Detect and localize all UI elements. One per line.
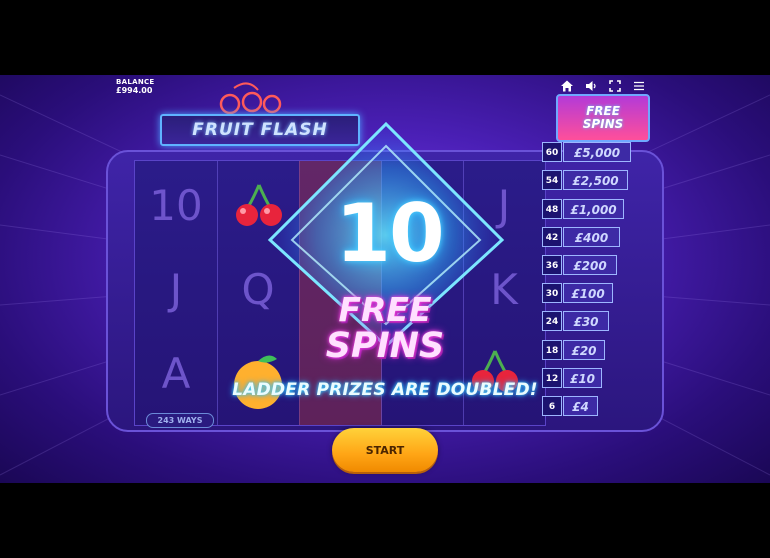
ladder-header-line2: SPINS (582, 117, 624, 131)
rung-prize: £5,000 (563, 142, 631, 162)
reel-symbol: A (161, 349, 191, 398)
rung-spins: 42 (542, 227, 562, 247)
rung-prize: £2,500 (563, 170, 628, 190)
rung-prize: £100 (563, 283, 613, 303)
rung-prize: £10 (563, 368, 602, 388)
free-spins-ladder-header: FREE SPINS (556, 94, 650, 142)
rung-spins: 24 (542, 311, 562, 331)
rung-spins: 6 (542, 396, 562, 416)
ways-badge: 243 WAYS (146, 413, 214, 428)
start-button[interactable]: START (332, 428, 438, 472)
rung-prize: £30 (563, 311, 609, 331)
rung-spins: 36 (542, 255, 562, 275)
rung-spins: 30 (542, 283, 562, 303)
balance-label: BALANCE (116, 78, 155, 86)
speaker-icon[interactable] (584, 79, 598, 93)
rung-spins: 48 (542, 199, 562, 219)
reel-1: 10 J A (135, 161, 218, 425)
rung-spins: 60 (542, 142, 562, 162)
top-toolbar (560, 79, 646, 93)
reel-symbol: J (169, 265, 183, 314)
free-spins-word-free: FREE (338, 290, 432, 329)
fullscreen-icon[interactable] (608, 79, 622, 93)
rung-spins: 54 (542, 170, 562, 190)
free-spins-count: 10 (335, 187, 444, 280)
balance-value: £994.00 (116, 86, 153, 95)
rung-spins: 18 (542, 340, 562, 360)
rung-prize: £200 (563, 255, 617, 275)
rung-prize: £400 (563, 227, 620, 247)
rung-prize: £20 (563, 340, 605, 360)
menu-icon[interactable] (632, 79, 646, 93)
cherry-logo-icon (219, 82, 282, 115)
rung-prize: £1,000 (563, 199, 624, 219)
reel-symbol: 10 (149, 181, 203, 230)
free-spins-word-spins: SPINS (325, 326, 445, 366)
rung-spins: 12 (542, 368, 562, 388)
rung-prize: £4 (563, 396, 598, 416)
home-icon[interactable] (560, 79, 574, 93)
ladder-prizes-message: LADDER PRIZES ARE DOUBLED! (232, 380, 538, 400)
balance-display: BALANCE £994.00 (116, 78, 155, 95)
